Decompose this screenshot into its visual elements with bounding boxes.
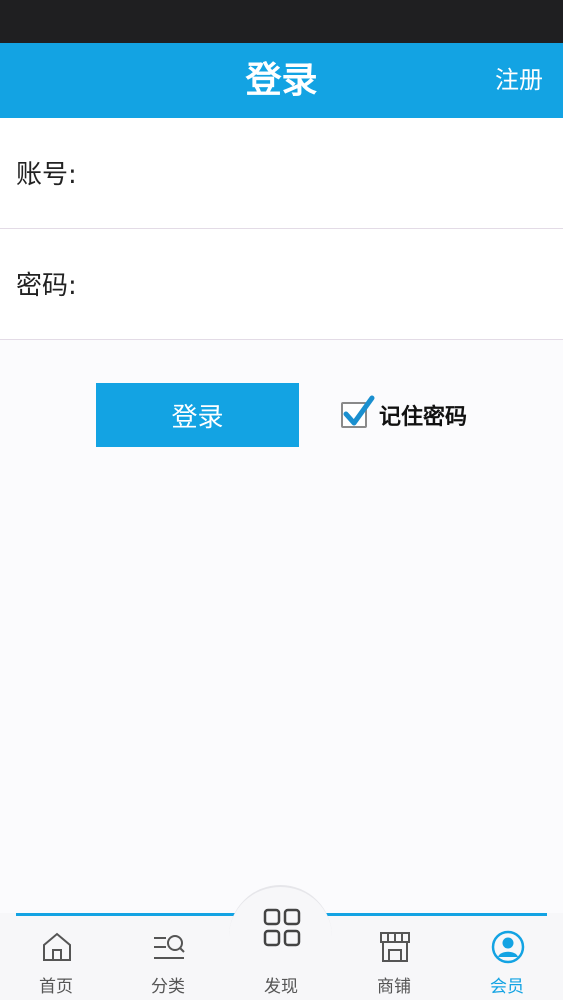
login-form: 账号: 密码: bbox=[0, 118, 563, 340]
tab-home-label: 首页 bbox=[39, 977, 73, 997]
shop-icon bbox=[380, 932, 410, 962]
remember-password-toggle[interactable]: 记住密码 bbox=[341, 395, 468, 432]
password-label: 密码: bbox=[16, 271, 77, 301]
tab-member[interactable]: 会员 bbox=[457, 918, 557, 1000]
tab-shop-label: 商铺 bbox=[377, 977, 411, 997]
remember-checkbox[interactable] bbox=[341, 395, 375, 428]
account-row: 账号: bbox=[0, 118, 563, 229]
discover-grid-icon bbox=[263, 908, 301, 947]
password-row: 密码: bbox=[0, 229, 563, 340]
password-input[interactable] bbox=[82, 259, 542, 311]
tab-shop[interactable]: 商铺 bbox=[344, 918, 444, 1000]
tab-category[interactable]: 分类 bbox=[118, 918, 218, 1000]
register-link[interactable]: 注册 bbox=[495, 43, 543, 118]
checkmark-icon bbox=[343, 395, 375, 426]
tab-home[interactable]: 首页 bbox=[6, 918, 106, 1000]
page-title: 登录 bbox=[245, 60, 318, 101]
app-header: 登录 注册 bbox=[0, 43, 563, 118]
tab-discover[interactable]: 发现 bbox=[231, 908, 331, 1000]
tab-category-label: 分类 bbox=[151, 977, 185, 997]
account-label: 账号: bbox=[16, 160, 77, 190]
member-icon bbox=[491, 930, 525, 964]
tab-member-label: 会员 bbox=[490, 977, 524, 997]
login-button[interactable]: 登录 bbox=[96, 383, 299, 447]
account-input[interactable] bbox=[82, 148, 542, 200]
status-bar bbox=[0, 0, 563, 43]
category-icon bbox=[154, 935, 185, 959]
tab-discover-label: 发现 bbox=[264, 977, 298, 997]
home-icon bbox=[43, 932, 71, 961]
remember-label: 记住密码 bbox=[379, 405, 468, 430]
